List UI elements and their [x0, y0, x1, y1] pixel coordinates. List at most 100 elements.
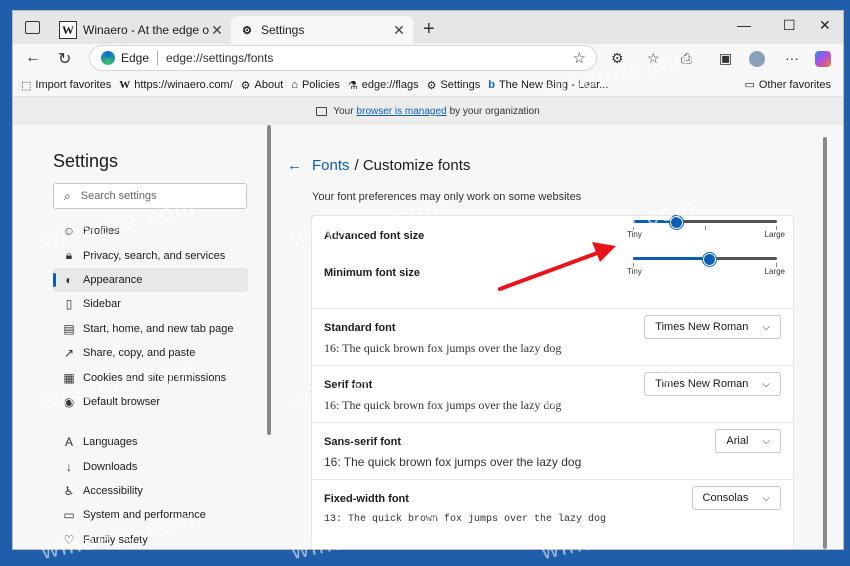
standard-font-label: Standard font [324, 322, 396, 334]
favorite-settings[interactable]: ⚙ Settings [427, 79, 481, 92]
tab-settings[interactable]: ⚙ Settings ✕ [231, 16, 413, 44]
close-window-icon[interactable]: ✕ [819, 17, 831, 34]
sidebar-item-label: Appearance [83, 273, 143, 286]
managed-suffix: by your organization [449, 105, 540, 117]
chevron-down-icon: ⌵ [762, 492, 770, 504]
briefcase-icon: ⌂ [291, 79, 298, 91]
search-icon: ⌕ [64, 188, 71, 203]
sidebar-item-label: Family safety [83, 533, 148, 546]
flask-icon: ⚗ [347, 79, 358, 92]
more-icon[interactable]: ··· [785, 50, 799, 66]
gear-icon: ⚙ [240, 79, 251, 92]
sidebar-item-label: Privacy, search, and services [83, 249, 226, 262]
extensions-icon[interactable]: ⚙ [611, 50, 624, 67]
settings-sidebar: Settings ⌕ Search settings ☺ Profiles 🔒︎ P… [13, 125, 271, 549]
close-icon[interactable]: ✕ [391, 22, 407, 39]
refresh-icon[interactable]: ↻ [58, 49, 71, 69]
settings-nav: ☺ Profiles 🔒︎ Privacy, search, and service… [53, 219, 248, 549]
minimum-font-size-slider[interactable]: Tiny Large [627, 253, 785, 276]
standard-font-sample: 16: The quick brown fox jumps over the l… [324, 341, 562, 355]
family-icon: ♡ [63, 532, 75, 547]
sidebar-item-languages[interactable]: A Languages [53, 430, 248, 454]
serif-font-sample: 16: The quick brown fox jumps over the l… [324, 398, 562, 412]
advanced-font-size-label: Advanced font size [324, 230, 425, 242]
favorite-label: Policies [301, 79, 340, 91]
favorites-bar: ⬚ Import favorites Whttps://winaero.com/ … [13, 74, 843, 97]
advanced-font-size-slider[interactable]: Tiny Large [627, 216, 785, 239]
sidebar-item-label: Profiles [83, 225, 120, 238]
favorite-label: The New Bing - Lear... [498, 79, 609, 91]
palette-icon: ◐ [65, 272, 73, 287]
favorite-star-icon[interactable]: ☆ [573, 49, 586, 67]
sidebar-item-label: Sidebar [83, 298, 121, 311]
favorite-flags[interactable]: ⚗ edge://flags [348, 79, 419, 92]
favorite-policies[interactable]: ⌂ Policies [291, 79, 340, 91]
minimum-font-size-row: Minimum font size Tiny Large [312, 252, 793, 309]
sidebar-item-label: System and performance [83, 509, 206, 522]
slider-thumb[interactable] [670, 216, 683, 229]
search-input[interactable]: ⌕ Search settings [53, 183, 247, 209]
sidebar-item-label: Share, copy, and paste [83, 347, 196, 360]
serif-font-label: Serif font [324, 379, 373, 391]
url-text[interactable]: edge://settings/fonts [166, 51, 273, 65]
favorite-winaero[interactable]: Whttps://winaero.com/ [119, 79, 232, 91]
sidebar-item-family[interactable]: ♡ Family safety [53, 528, 248, 549]
serif-font-select[interactable]: Times New Roman ⌵ [644, 372, 781, 396]
address-bar[interactable]: Edge edge://settings/fonts ☆ [89, 45, 597, 71]
winaero-w-icon: W [59, 21, 77, 39]
web-capture-icon[interactable]: ⎙ [681, 50, 692, 67]
favorite-bing[interactable]: b The New Bing - Lear... [488, 79, 608, 91]
winaero-w-icon: W [119, 79, 131, 91]
sidebar-item-sidebar[interactable]: ▯ Sidebar [53, 292, 248, 316]
other-favorites[interactable]: ▭ Other favorites [744, 78, 831, 92]
main-scrollbar[interactable] [823, 137, 827, 549]
sans-serif-font-select[interactable]: Arial ⌵ [715, 429, 781, 453]
copilot-icon[interactable] [815, 51, 831, 67]
sidebar-item-share[interactable]: ↗ Share, copy, and paste [53, 341, 248, 365]
sidebar-item-cookies[interactable]: ▦ Cookies and site permissions [53, 365, 248, 389]
sans-serif-font-label: Sans-serif font [324, 436, 402, 448]
close-icon[interactable]: ✕ [209, 22, 225, 39]
slider-tick [705, 226, 706, 230]
fonts-panel: ← Fonts / Customize fonts Your font pref… [271, 125, 831, 549]
sidebar-item-system[interactable]: ▭ System and performance [53, 503, 248, 527]
new-tab-icon[interactable]: + [423, 18, 435, 41]
divider [157, 51, 159, 65]
managed-link[interactable]: browser is managed [357, 106, 447, 117]
breadcrumb-fonts-link[interactable]: Fonts [312, 157, 350, 174]
language-icon: A [64, 435, 73, 450]
sidebar-item-privacy[interactable]: 🔒︎ Privacy, search, and services [53, 243, 248, 267]
cookie-icon: ▦ [63, 370, 75, 385]
collections-icon[interactable]: ▣ [719, 50, 732, 67]
sidebar-item-start-home[interactable]: ▤ Start, home, and new tab page [53, 317, 248, 341]
tab-label: Winaero - At the edge of tweakin [83, 23, 209, 37]
tab-actions-icon[interactable] [25, 21, 40, 34]
sidebar-icon: ▯ [65, 297, 73, 312]
avatar[interactable] [749, 51, 765, 67]
favorite-about[interactable]: ⚙ About [241, 79, 284, 92]
favorite-import[interactable]: ⬚ Import favorites [21, 79, 111, 92]
minimize-icon[interactable]: — [737, 17, 751, 33]
back-arrow-icon[interactable]: ← [287, 157, 302, 174]
maximize-icon[interactable]: ☐ [783, 17, 796, 34]
managed-notice: Your browser is managed by your organiza… [13, 97, 843, 125]
sidebar-item-downloads[interactable]: ↓ Downloads [53, 455, 248, 479]
font-settings-card: Advanced font size Tiny Large Minimum fo… [311, 215, 794, 549]
fixed-width-font-select[interactable]: Consolas ⌵ [691, 486, 781, 510]
sidebar-item-appearance[interactable]: ◐ Appearance [53, 267, 248, 293]
sidebar-item-label: Downloads [83, 460, 138, 473]
home-icon: ▤ [63, 321, 75, 336]
favorites-icon[interactable]: ☆ [647, 50, 660, 67]
breadcrumb: ← Fonts / Customize fonts [287, 157, 470, 174]
profile-icon: ☺ [62, 224, 76, 239]
slider-thumb[interactable] [703, 253, 716, 266]
sidebar-item-profiles[interactable]: ☺ Profiles [53, 219, 248, 243]
gear-icon: ⚙ [426, 79, 437, 92]
system-icon: ▭ [63, 508, 75, 523]
sidebar-item-accessibility[interactable]: ♿︎ Accessibility [53, 479, 248, 503]
tab-winaero[interactable]: W Winaero - At the edge of tweakin ✕ [51, 16, 231, 44]
back-icon[interactable]: ← [25, 49, 41, 67]
standard-font-select[interactable]: Times New Roman ⌵ [644, 315, 781, 339]
sidebar-item-default-browser[interactable]: ◉ Default browser [53, 390, 248, 414]
slider-fill [633, 257, 709, 260]
